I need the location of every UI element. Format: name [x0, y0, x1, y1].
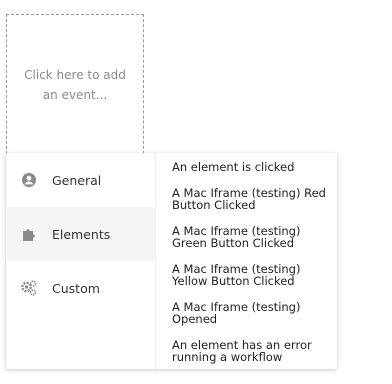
- add-event-placeholder[interactable]: Click here to add an event...: [6, 14, 144, 154]
- event-item[interactable]: A Mac Iframe (testing) Green Button Clic…: [172, 225, 332, 249]
- add-event-label: Click here to add an event...: [24, 68, 126, 102]
- category-elements[interactable]: Elements: [6, 207, 156, 261]
- event-list: An element is clicked A Mac Iframe (test…: [163, 153, 337, 369]
- user-circle-icon: [20, 171, 38, 189]
- event-item[interactable]: A Mac Iframe (testing) Red Button Clicke…: [172, 187, 332, 211]
- event-item[interactable]: A Mac Iframe (testing) Opened: [172, 301, 332, 325]
- category-elements-label: Elements: [52, 226, 111, 242]
- event-item[interactable]: An element has an error running a workfl…: [172, 339, 332, 363]
- puzzle-piece-icon: [20, 225, 38, 243]
- event-picker-menu: General Elements Custom An element is cl…: [6, 153, 337, 369]
- category-custom[interactable]: Custom: [6, 261, 156, 315]
- event-item[interactable]: A Mac Iframe (testing) Yellow Button Cli…: [172, 263, 332, 287]
- category-general-label: General: [52, 172, 102, 188]
- gears-icon: [20, 279, 38, 297]
- category-general[interactable]: General: [6, 153, 156, 207]
- category-list: General Elements Custom: [6, 153, 156, 369]
- event-item[interactable]: An element is clicked: [172, 161, 332, 173]
- category-custom-label: Custom: [52, 280, 100, 296]
